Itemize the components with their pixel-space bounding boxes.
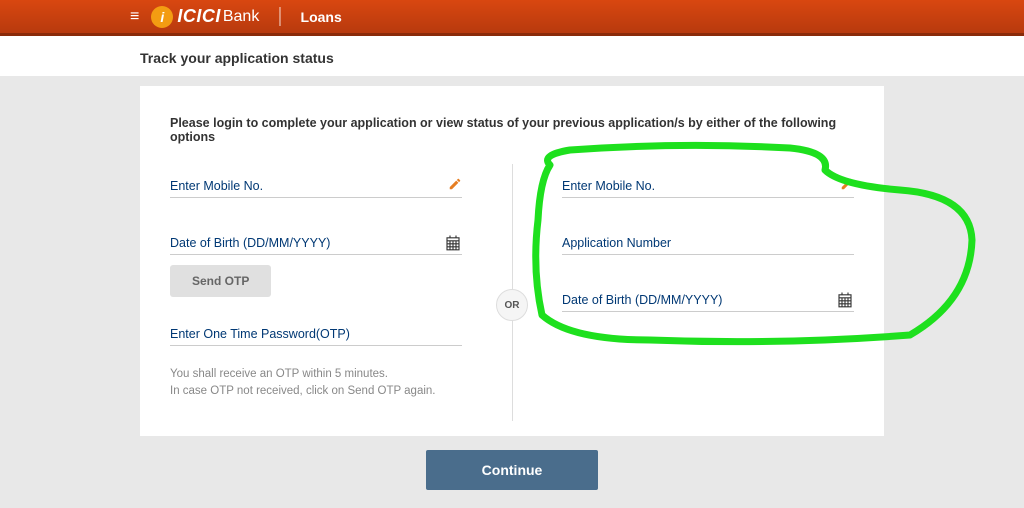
mobile-field-row-right[interactable]: Enter Mobile No. (562, 179, 854, 198)
mobile-field-row[interactable]: Enter Mobile No. (170, 179, 462, 198)
help-line-2: In case OTP not received, click on Send … (170, 383, 462, 400)
calendar-icon[interactable] (444, 234, 462, 257)
header-section-label: Loans (301, 9, 342, 25)
dob-field-row-right[interactable]: Date of Birth (DD/MM/YYYY) (562, 293, 854, 312)
app-header: ≡ i ICICI Bank | Loans (0, 0, 1024, 36)
help-line-1: You shall receive an OTP within 5 minute… (170, 366, 462, 383)
pencil-icon[interactable] (840, 177, 854, 196)
dob-field-row[interactable]: Date of Birth (DD/MM/YYYY) (170, 236, 462, 255)
otp-help-text: You shall receive an OTP within 5 minute… (170, 366, 462, 401)
mobile-field-label: Enter Mobile No. (170, 179, 462, 198)
page-title: Track your application status (0, 36, 1024, 76)
login-appnumber-column: Enter Mobile No. Application Number Date… (512, 179, 854, 401)
pencil-icon[interactable] (448, 177, 462, 196)
form-card: Please login to complete your applicatio… (140, 86, 884, 436)
otp-field-label: Enter One Time Password(OTP) (170, 327, 462, 346)
continue-button[interactable]: Continue (426, 450, 599, 490)
calendar-icon[interactable] (836, 291, 854, 314)
continue-wrapper: Continue (140, 450, 884, 490)
menu-icon[interactable]: ≡ (130, 8, 139, 26)
application-number-label: Application Number (562, 236, 854, 255)
login-otp-column: Enter Mobile No. Date of Birth (DD/MM/YY… (170, 179, 512, 401)
form-columns: OR Enter Mobile No. Date of Birth (DD/MM… (170, 179, 854, 401)
mobile-field-label-right: Enter Mobile No. (562, 179, 854, 198)
logo-icon: i (151, 6, 173, 28)
application-number-field-row[interactable]: Application Number (562, 236, 854, 255)
dob-field-label: Date of Birth (DD/MM/YYYY) (170, 236, 462, 255)
dob-field-label-right: Date of Birth (DD/MM/YYYY) (562, 293, 854, 312)
logo-brand: ICICI (177, 6, 221, 27)
or-badge: OR (496, 289, 528, 321)
header-divider: | (277, 5, 282, 28)
logo-suffix: Bank (223, 8, 259, 26)
otp-field-row[interactable]: Enter One Time Password(OTP) (170, 327, 462, 346)
send-otp-button[interactable]: Send OTP (170, 265, 271, 297)
content-wrapper: Please login to complete your applicatio… (0, 86, 1024, 490)
instruction-text: Please login to complete your applicatio… (170, 116, 854, 144)
